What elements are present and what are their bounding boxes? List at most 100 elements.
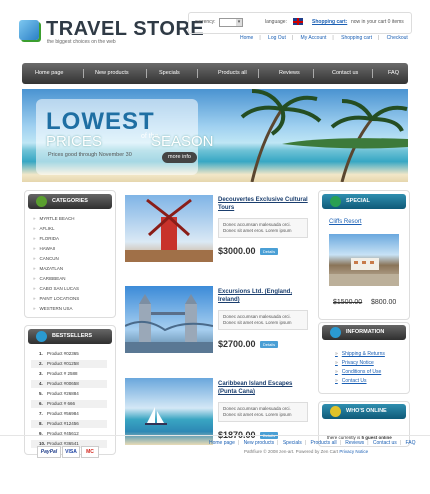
palm-trees-image [240, 89, 408, 182]
product-description: Donec accumsan malesuada orci. Donec sit… [218, 218, 308, 238]
info-conditions-link[interactable]: Conditions of Use [335, 369, 381, 375]
site-subtitle: the biggest choices on the web [47, 39, 116, 45]
language-label: language: [265, 19, 287, 25]
footer-links: Home page | New products | Specials | Produ… [209, 440, 416, 446]
details-button[interactable]: Details [260, 341, 278, 348]
category-link[interactable]: PAINT LOCATIONS [33, 296, 80, 301]
categories-box: CATEGORIES MYRTLE BEACH AFLIKL FLORIDA H… [24, 190, 116, 318]
footer-divider [0, 435, 430, 436]
product-price: $2700.00 [218, 339, 256, 349]
visa-icon: VISA [62, 446, 80, 458]
special-box: SPECIAL Cliffs Resort $1500.00 $800.00 [318, 190, 410, 320]
info-privacy-link[interactable]: Privacy Notice [335, 360, 374, 366]
info-shipping-link[interactable]: Shipping & Returns [335, 351, 385, 357]
category-link[interactable]: CARIBBEAN [33, 276, 66, 281]
main-nav: Home page New products Specials Products… [22, 63, 408, 84]
nav-specials[interactable]: Specials [159, 63, 180, 84]
bestseller-row[interactable]: 7. Product #56984 [31, 410, 107, 418]
site-title: TRAVEL STORE [46, 18, 205, 40]
mastercard-icon: MC [81, 446, 99, 458]
information-box: INFORMATION Shipping & Returns Privacy N… [318, 322, 410, 394]
currency-select[interactable]: ▾ [219, 18, 243, 27]
logo-icon [19, 20, 39, 40]
bestseller-row[interactable]: 6. Product # 666 [31, 400, 107, 408]
chevron-down-icon: ▾ [236, 19, 242, 26]
special-price: $800.00 [371, 299, 397, 306]
tower-bridge-image [125, 294, 213, 353]
promo-banner: LOWEST PRICES of the SEASON Prices good … [22, 89, 408, 182]
my-account-link[interactable]: My Account [301, 35, 327, 41]
product-price: $3000.00 [218, 246, 256, 256]
special-product-image[interactable] [329, 234, 399, 286]
copyright: Pathfiure © 2008 zen-art. Powered by Zen… [244, 449, 369, 454]
top-box: currency: ▾ language: Shopping cart: now… [188, 12, 412, 34]
shopping-cart-top-link[interactable]: Shopping cart [341, 35, 372, 41]
banner-prices: PRICES [46, 133, 102, 150]
footer-reviews-link[interactable]: Reviews [345, 440, 364, 446]
cliffs-resort-image [329, 258, 399, 286]
bestseller-row[interactable]: 4. Product #00658 [31, 380, 107, 388]
category-link[interactable]: CANCUN [33, 256, 59, 261]
special-header: SPECIAL [322, 194, 406, 209]
category-link[interactable]: MAZATLAN [33, 266, 64, 271]
info-contact-link[interactable]: Contact Us [335, 378, 367, 384]
home-link[interactable]: Home [240, 35, 253, 41]
product-description: Donec accumsan malesuada orci. Donec sit… [218, 310, 308, 330]
shopping-cart-link[interactable]: Shopping cart: [312, 19, 347, 25]
footer-privacy-link[interactable]: Privacy Notice [339, 449, 368, 454]
footer-specials-link[interactable]: Specials [283, 440, 302, 446]
cart-status: now in your cart 0 items [351, 19, 404, 25]
checkout-link[interactable]: Checkout [387, 35, 408, 41]
bestseller-row[interactable]: 8. Product #12456 [31, 420, 107, 428]
palm-icon [36, 196, 47, 207]
category-link[interactable]: FLORIDA [33, 236, 60, 241]
bestseller-row[interactable]: 2. Product #01258 [31, 360, 107, 368]
footer-new-products-link[interactable]: New products [244, 440, 275, 446]
nav-products-all[interactable]: Products all [218, 63, 247, 84]
footer-home-link[interactable]: Home page [209, 440, 235, 446]
logout-link[interactable]: Log Out [268, 35, 286, 41]
product-title-link[interactable]: Caribbean Island Escapes (Punta Cana) [218, 380, 310, 396]
bestseller-row[interactable]: 1. Product #02365 [31, 350, 107, 358]
nav-reviews[interactable]: Reviews [279, 63, 300, 84]
product-image[interactable] [125, 286, 213, 353]
category-link[interactable]: CABO SAN LUCAS [33, 286, 80, 291]
product-image[interactable] [125, 195, 213, 262]
category-link[interactable]: WESTERN USA [33, 306, 73, 311]
bestseller-row[interactable]: 5. Product #26884 [31, 390, 107, 398]
product-description: Donec accumsan malesuada orci. Donec sit… [218, 402, 308, 422]
category-link[interactable]: MYRTLE BEACH [33, 216, 75, 221]
bestsellers-header: BESTSELLERS [28, 329, 112, 344]
banner-season: SEASON [151, 133, 214, 150]
bestseller-row[interactable]: 9. Product #45612 [31, 430, 107, 438]
category-link[interactable]: HAWAII [33, 246, 56, 251]
nav-home-page[interactable]: Home page [35, 63, 63, 84]
banner-note: Prices good through November 30 [48, 152, 132, 158]
footer-faq-link[interactable]: FAQ [406, 440, 416, 446]
product-title-link[interactable]: Excursions Ltd. (England, Ireland) [218, 288, 306, 304]
globe-icon [330, 327, 341, 338]
paypal-icon: PayPal [37, 446, 61, 458]
footer-contact-link[interactable]: Contact us [373, 440, 397, 446]
categories-header: CATEGORIES [28, 194, 112, 209]
top-links: Home | Log Out | My Account | Shopping cart… [240, 35, 408, 41]
globe-icon [36, 331, 47, 342]
more-info-button[interactable]: more info [162, 152, 197, 163]
information-header: INFORMATION [322, 325, 406, 340]
compass-icon [330, 406, 341, 417]
currency-label: currency: [195, 19, 216, 25]
special-product-link[interactable]: Cliffs Resort [329, 219, 362, 225]
nav-contact-us[interactable]: Contact us [332, 63, 358, 84]
whos-online-header: WHO'S ONLINE [322, 404, 406, 419]
bestseller-row[interactable]: 3. Product # 2588 [31, 370, 107, 378]
details-button[interactable]: Details [260, 248, 278, 255]
english-flag-icon[interactable] [293, 18, 303, 25]
category-link[interactable]: AFLIKL [33, 226, 55, 231]
nav-faq[interactable]: FAQ [388, 63, 399, 84]
banner-headline: LOWEST [46, 108, 155, 135]
globe-icon [330, 196, 341, 207]
footer-products-all-link[interactable]: Products all [310, 440, 336, 446]
product-title-link[interactable]: Decouvertes Exclusive Cultural Tours [218, 196, 310, 212]
nav-new-products[interactable]: New products [95, 63, 129, 84]
old-price: $1500.00 [333, 299, 363, 306]
